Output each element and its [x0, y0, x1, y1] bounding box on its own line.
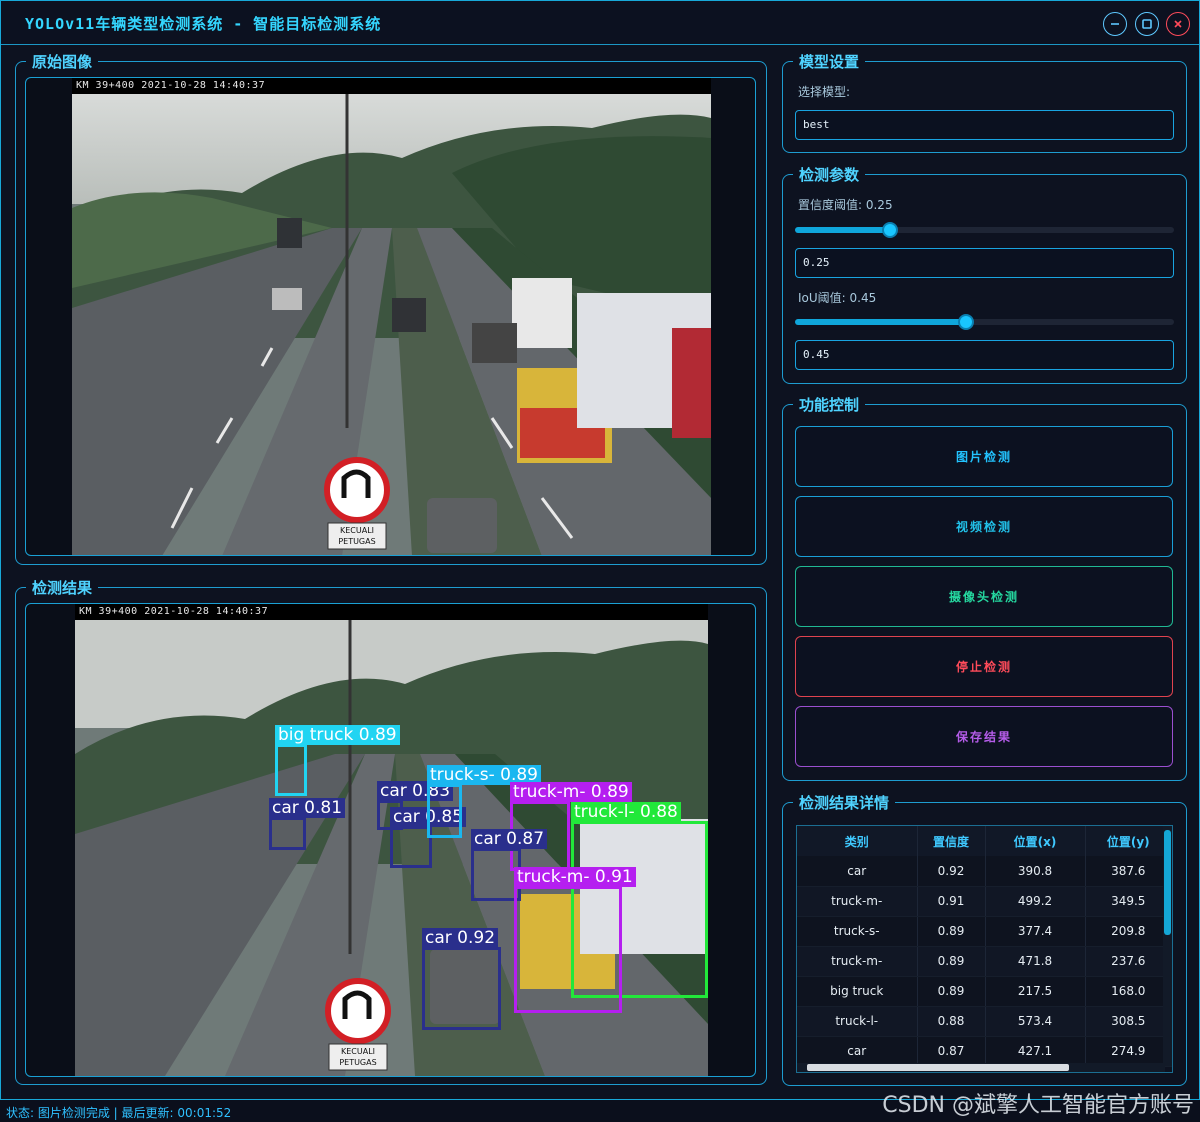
table-cell: car	[797, 1036, 918, 1067]
table-cell: 390.8	[985, 856, 1086, 887]
table-header-row: 类别 置信度 位置(x) 位置(y)	[797, 826, 1172, 856]
table-cell: 308.5	[1085, 1006, 1172, 1037]
confidence-slider-handle[interactable]	[881, 222, 898, 238]
minimize-button[interactable]	[1103, 12, 1127, 36]
column-header-y[interactable]: 位置(y)	[1085, 826, 1172, 856]
bbox-big-truck: big truck 0.89	[275, 725, 400, 796]
maximize-icon	[1142, 19, 1152, 29]
result-image: KM 39+400 2021-10-28 14:40:37 KECUALI PE…	[75, 604, 708, 1076]
minimize-icon	[1111, 23, 1119, 25]
window-title: YOLOv11车辆类型检测系统 - 智能目标检测系统	[25, 15, 382, 33]
table-cell: 168.0	[1085, 976, 1172, 1007]
confidence-slider-fill	[795, 227, 890, 233]
table-cell: 573.4	[985, 1006, 1086, 1037]
detection-params-title: 检测参数	[799, 166, 860, 184]
watermark: CSDN @斌擎人工智能官方账号	[882, 1093, 1194, 1118]
road-sign-text-result: KECUALI	[341, 1047, 375, 1056]
table-cell: 217.5	[985, 976, 1086, 1007]
table-cell: 349.5	[1085, 886, 1172, 917]
table-cell: 0.89	[917, 976, 986, 1007]
table-row[interactable]: truck-m- 0.89 471.8 237.6	[797, 946, 1172, 977]
table-row[interactable]: truck-l- 0.88 573.4 308.5	[797, 1006, 1172, 1037]
table-row[interactable]: big truck 0.89 217.5 168.0	[797, 976, 1172, 1007]
iou-slider-fill	[795, 319, 966, 325]
vertical-scrollbar-thumb[interactable]	[1164, 830, 1171, 935]
svg-text:PETUGAS: PETUGAS	[339, 1058, 376, 1067]
table-row[interactable]: truck-s- 0.89 377.4 209.8	[797, 916, 1172, 947]
highway-scene: KECUALI PETUGAS	[72, 94, 711, 555]
stop-detect-button[interactable]: 停止检测	[795, 636, 1173, 697]
table-cell: 0.89	[917, 916, 986, 947]
original-image-title: 原始图像	[32, 53, 93, 71]
original-image: KM 39+400 2021-10-28 14:40:37 KECUALI PE…	[72, 78, 711, 555]
bbox-car: car 0.85	[390, 807, 467, 868]
table-cell: 377.4	[985, 916, 1086, 947]
iou-slider-handle[interactable]	[957, 314, 974, 330]
column-header-class[interactable]: 类别	[797, 826, 918, 856]
maximize-button[interactable]	[1135, 12, 1159, 36]
table-cell: 427.1	[985, 1036, 1086, 1067]
table-cell: 471.8	[985, 946, 1086, 977]
table-cell: truck-l-	[797, 1006, 918, 1037]
iou-input[interactable]: 0.45	[795, 340, 1174, 370]
table-cell: 209.8	[1085, 916, 1172, 947]
detection-result-title: 检测结果	[32, 579, 93, 597]
table-cell: truck-m-	[797, 886, 918, 917]
horizontal-scrollbar[interactable]	[797, 1063, 1165, 1072]
table-cell: truck-m-	[797, 946, 918, 977]
video-detect-button[interactable]: 视频检测	[795, 496, 1173, 557]
bbox-truck-s: truck-s- 0.89	[427, 765, 542, 838]
column-header-confidence[interactable]: 置信度	[917, 826, 986, 856]
timestamp-overlay-result: KM 39+400 2021-10-28 14:40:37	[79, 606, 269, 617]
confidence-slider[interactable]	[795, 222, 1174, 238]
iou-slider[interactable]	[795, 314, 1174, 330]
camera-detect-button[interactable]: 摄像头检测	[795, 566, 1173, 627]
table-row[interactable]: car 0.92 390.8 387.6	[797, 856, 1172, 887]
timestamp-overlay: KM 39+400 2021-10-28 14:40:37	[76, 80, 266, 91]
detection-details-title: 检测结果详情	[799, 794, 890, 812]
close-icon	[1174, 20, 1182, 28]
bbox-car: car 0.92	[422, 928, 501, 1030]
table-row[interactable]: car 0.87 427.1 274.9	[797, 1036, 1172, 1067]
close-button[interactable]	[1166, 12, 1190, 36]
result-image-frame: KM 39+400 2021-10-28 14:40:37 KECUALI PE…	[25, 603, 756, 1077]
bbox-car: car 0.81	[269, 798, 346, 850]
original-image-frame: KM 39+400 2021-10-28 14:40:37 KECUALI PE…	[25, 77, 756, 556]
table-cell: 0.91	[917, 886, 986, 917]
vertical-scrollbar[interactable]	[1163, 826, 1172, 1066]
model-select[interactable]: best	[795, 110, 1174, 140]
bbox-truck-m: truck-m- 0.91	[514, 867, 636, 1013]
table-cell: 274.9	[1085, 1036, 1172, 1067]
image-detect-button[interactable]: 图片检测	[795, 426, 1173, 487]
table-cell: 0.88	[917, 1006, 986, 1037]
select-model-label: 选择模型:	[798, 85, 851, 99]
iou-threshold-label: IoU阈值: 0.45	[798, 291, 877, 305]
title-bar[interactable]: YOLOv11车辆类型检测系统 - 智能目标检测系统	[1, 1, 1199, 45]
table-row[interactable]: truck-m- 0.91 499.2 349.5	[797, 886, 1172, 917]
table-cell: 0.87	[917, 1036, 986, 1067]
table-cell: 0.89	[917, 946, 986, 977]
results-table[interactable]: 类别 置信度 位置(x) 位置(y) car 0.92 390.8 387.6 truc…	[796, 825, 1173, 1073]
confidence-threshold-label: 置信度阈值: 0.25	[798, 198, 893, 212]
table-cell: car	[797, 856, 918, 887]
road-sign-text: KECUALI	[340, 526, 374, 535]
function-control-title: 功能控制	[799, 396, 860, 414]
table-cell: 387.6	[1085, 856, 1172, 887]
model-settings-title: 模型设置	[799, 53, 860, 71]
confidence-input[interactable]: 0.25	[795, 248, 1174, 278]
table-cell: truck-s-	[797, 916, 918, 947]
column-header-x[interactable]: 位置(x)	[985, 826, 1086, 856]
save-result-button[interactable]: 保存结果	[795, 706, 1173, 767]
table-cell: 237.6	[1085, 946, 1172, 977]
main-window: YOLOv11车辆类型检测系统 - 智能目标检测系统 原始图像 KM 39+40…	[0, 0, 1200, 1100]
horizontal-scrollbar-thumb[interactable]	[807, 1064, 1069, 1071]
table-cell: 0.92	[917, 856, 986, 887]
svg-text:PETUGAS: PETUGAS	[338, 537, 375, 546]
table-cell: big truck	[797, 976, 918, 1007]
table-cell: 499.2	[985, 886, 1086, 917]
